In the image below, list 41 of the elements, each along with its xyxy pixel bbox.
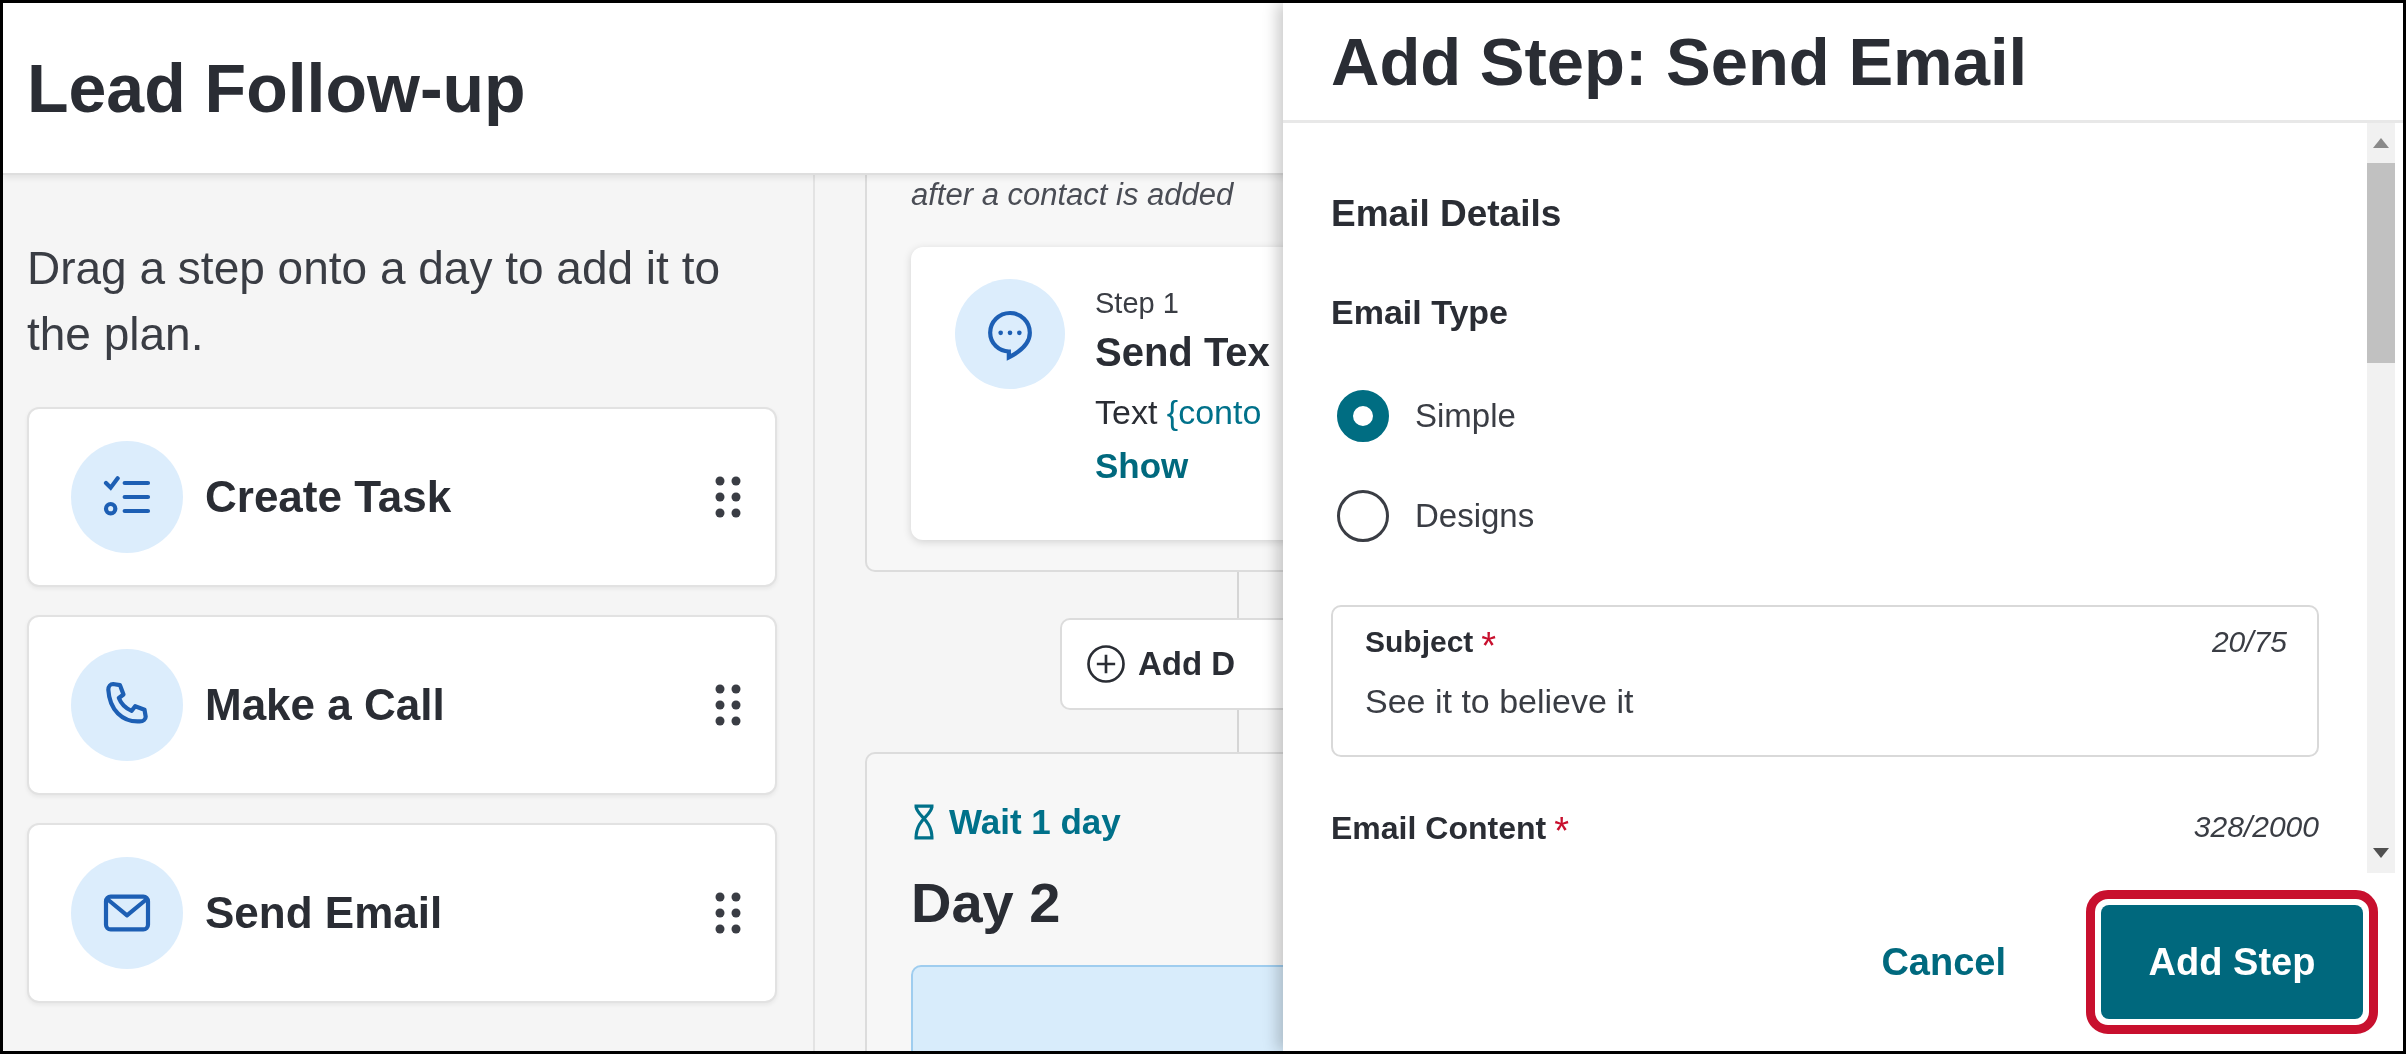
scrollbar-thumb[interactable] [2367,163,2395,363]
required-mark: * [1554,810,1569,853]
add-step-button[interactable]: Add Step [2101,905,2363,1019]
step-number: Step 1 [1095,287,1180,320]
show-link[interactable]: Show [1095,446,1270,486]
step-card[interactable]: Create Task [27,407,777,587]
scroll-up-icon[interactable] [2372,137,2390,149]
cancel-button[interactable]: Cancel [1861,930,2026,994]
required-mark: * [1481,625,1497,668]
scroll-down-icon[interactable] [2372,847,2390,859]
step-card[interactable]: Send Email [27,823,777,1003]
field-label: Email Content [1331,810,1547,847]
radio-icon[interactable] [1337,490,1389,542]
section-heading: Email Details [1331,193,1563,235]
step-body: Text {conto [1095,393,1263,432]
char-count: 20/75 [2211,625,2287,659]
radio-option[interactable]: Designs [1331,466,1541,566]
plus-circle-icon [1086,644,1126,684]
wait-label: Wait 1 day [949,802,1121,842]
step-title: Send Tex [1095,330,1270,375]
day-note: after a contact is added [911,177,1235,213]
day-title: Day 2 [911,870,1062,935]
step-label: Make a Call [205,680,446,730]
step-label: Send Email [205,888,444,938]
drag-handle-icon[interactable] [715,475,741,519]
step-label: Create Task [205,472,453,522]
radio-option[interactable]: Simple [1331,366,1522,466]
step-card[interactable]: Make a Call [27,615,777,795]
drag-handle-icon[interactable] [715,891,741,935]
field-label: Email Type [1331,293,1509,332]
char-count: 328/2000 [2193,810,2319,845]
drag-handle-icon[interactable] [715,683,741,727]
page-title: Lead Follow-up [27,49,526,127]
plan-step-card[interactable]: Step 1 Send Tex Text {conto Show [911,247,1285,540]
subject-input[interactable]: See it to believe it [1365,682,2287,721]
instruction-text: Drag a step onto a day to add it to the plan. [27,241,721,362]
field-label: Subject [1365,625,1474,659]
drawer-title: Add Step: Send Email [1331,23,2028,100]
radio-icon[interactable] [1337,390,1389,442]
scrollbar[interactable] [2367,123,2395,873]
add-day-button[interactable]: Add D [1060,618,1285,710]
